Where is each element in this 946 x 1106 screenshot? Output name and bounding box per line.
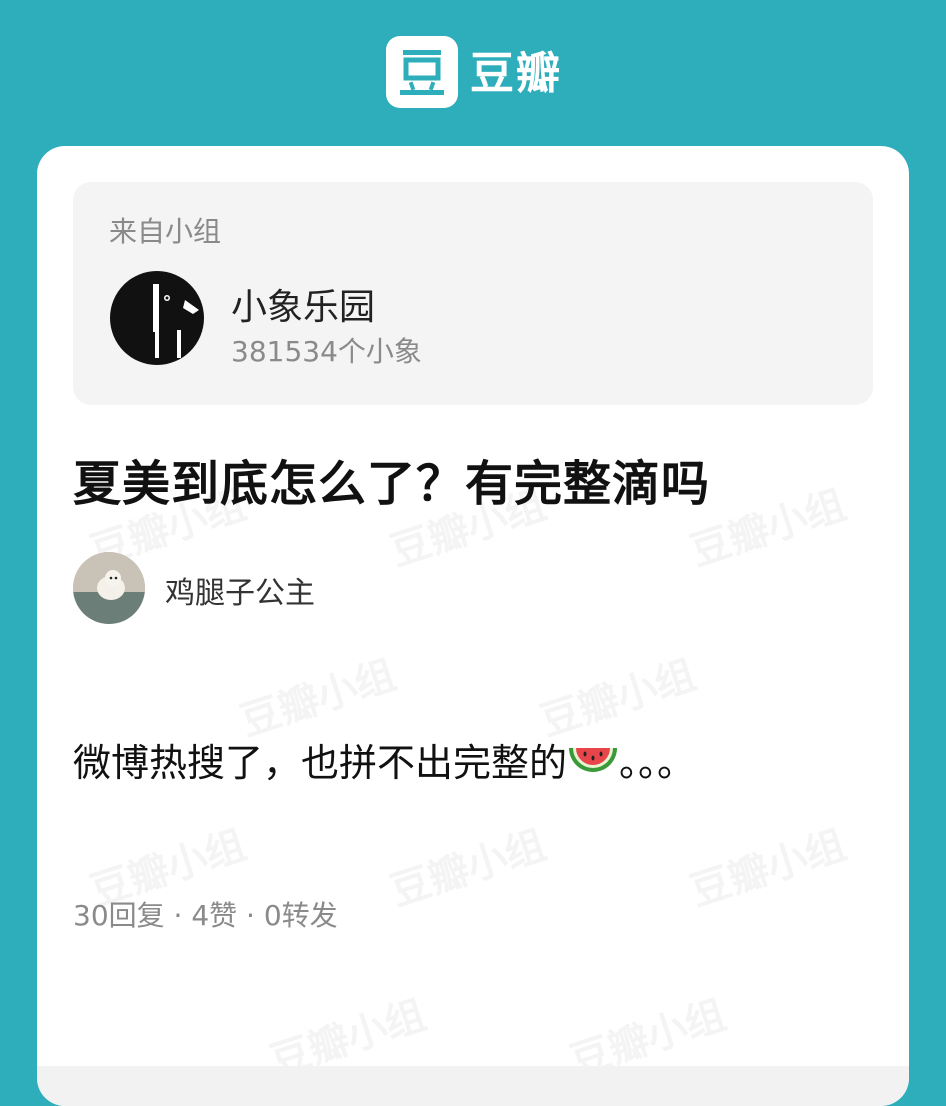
group-from-label: 来自小组 bbox=[109, 215, 222, 248]
app-header: 豆瓣 bbox=[0, 0, 946, 146]
post-body-suffix: 。。。 bbox=[619, 741, 696, 785]
watermark: 豆瓣小组 bbox=[382, 813, 552, 918]
app-name: 豆瓣 bbox=[470, 48, 562, 99]
post-title: 夏美到底怎么了？有完整滴吗 bbox=[73, 456, 711, 512]
post-card: 豆瓣小组 豆瓣小组 豆瓣小组 豆瓣小组 豆瓣小组 豆瓣小组 豆瓣小组 豆瓣小组 … bbox=[37, 146, 909, 1106]
group-member-count: 381534个小象 bbox=[231, 335, 422, 368]
elephant-icon bbox=[109, 270, 205, 366]
avatar[interactable] bbox=[73, 552, 145, 624]
post-body: 微博热搜了，也拼不出完整的 。。。 bbox=[73, 732, 695, 787]
watermelon-icon bbox=[567, 742, 619, 782]
group-link-card[interactable]: 来自小组 小象乐园 381534个小象 bbox=[73, 182, 873, 405]
post-body-text: 微博热搜了，也拼不出完整的 bbox=[73, 741, 568, 785]
douban-logo-icon bbox=[386, 36, 458, 108]
group-name: 小象乐园 bbox=[231, 287, 376, 328]
watermark: 豆瓣小组 bbox=[682, 813, 852, 918]
author-name[interactable]: 鸡腿子公主 bbox=[165, 568, 315, 612]
card-bottom-divider bbox=[37, 1066, 909, 1106]
post-stats: 30回复 · 4赞 · 0转发 bbox=[73, 899, 338, 932]
